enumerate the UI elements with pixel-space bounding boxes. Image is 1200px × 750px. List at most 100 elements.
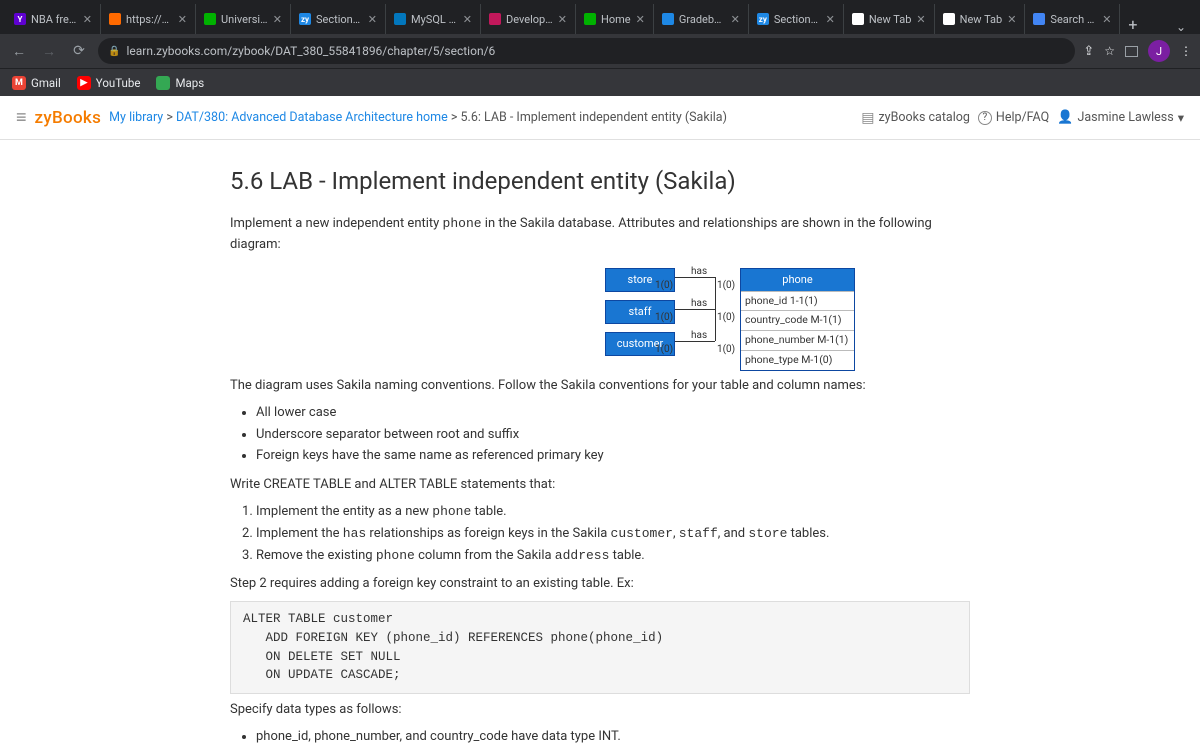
tab-title: Home: [601, 13, 631, 26]
forward-button[interactable]: →: [38, 43, 60, 60]
close-tab-icon[interactable]: ✕: [558, 13, 567, 26]
favicon-icon: [1033, 13, 1045, 25]
help-icon: ?: [978, 111, 992, 125]
catalog-icon: ▤: [861, 110, 874, 126]
browser-tab[interactable]: Home ✕: [576, 4, 654, 34]
zybooks-logo[interactable]: zyBooks: [35, 108, 102, 128]
bookmark-item[interactable]: Maps: [156, 76, 204, 90]
browser-tab[interactable]: New Tab ✕: [844, 4, 935, 34]
close-tab-icon[interactable]: ✕: [826, 13, 835, 26]
zybooks-header: ≡ zyBooks My library > DAT/380: Advanced…: [0, 96, 1200, 140]
favicon-icon: [662, 13, 674, 25]
hamburger-menu-icon[interactable]: ≡: [16, 107, 27, 128]
user-menu[interactable]: 👤Jasmine Lawless ▾: [1057, 110, 1184, 126]
rel-label-has: has: [691, 264, 707, 280]
tab-overflow-button[interactable]: ⌄: [1168, 20, 1194, 34]
breadcrumb-course[interactable]: DAT/380: Advanced Database Architecture …: [176, 110, 448, 125]
close-tab-icon[interactable]: ✕: [178, 13, 187, 26]
help-link[interactable]: ?Help/FAQ: [978, 110, 1049, 125]
phone-attr: phone_number M-1(1): [741, 330, 854, 350]
browser-tab[interactable]: Y NBA free age ✕: [6, 4, 101, 34]
bookmark-star-icon[interactable]: ☆: [1104, 44, 1115, 58]
breadcrumb: My library > DAT/380: Advanced Database …: [109, 110, 727, 125]
new-tab-button[interactable]: +: [1120, 15, 1145, 34]
tab-title: New Tab: [960, 13, 1003, 26]
list-item: phone_id, phone_number, and country_code…: [256, 727, 970, 748]
close-tab-icon[interactable]: ✕: [368, 13, 377, 26]
step2-requirement: Step 2 requires adding a foreign key con…: [230, 574, 970, 595]
close-tab-icon[interactable]: ✕: [1007, 13, 1016, 26]
breadcrumb-section: 5.6: LAB - Implement independent entity …: [461, 110, 727, 125]
bookmark-label: Gmail: [31, 76, 61, 90]
page-title: 5.6 LAB - Implement independent entity (…: [230, 162, 970, 200]
reload-button[interactable]: ⟳: [68, 43, 90, 59]
close-tab-icon[interactable]: ✕: [273, 13, 282, 26]
phone-attr: phone_id 1-1(1): [741, 291, 854, 311]
favicon-icon: Y: [14, 13, 26, 25]
bookmark-item[interactable]: MGmail: [12, 76, 61, 90]
page-scroll-area[interactable]: 5.6 LAB - Implement independent entity (…: [0, 140, 1200, 750]
tab-title: New Tab: [869, 13, 912, 26]
close-tab-icon[interactable]: ✕: [731, 13, 740, 26]
tab-title: https://portal: [126, 13, 173, 26]
breadcrumb-library[interactable]: My library: [109, 110, 163, 125]
close-tab-icon[interactable]: ✕: [1102, 13, 1111, 26]
phone-attr: phone_type M-1(0): [741, 350, 854, 370]
favicon-icon: [394, 13, 406, 25]
write-intro: Write CREATE TABLE and ALTER TABLE state…: [230, 475, 970, 496]
profile-avatar[interactable]: J: [1148, 40, 1170, 62]
phone-attr: country_code M-1(1): [741, 310, 854, 330]
browser-tab[interactable]: University of ✕: [196, 4, 291, 34]
share-icon[interactable]: ⇪: [1083, 44, 1094, 59]
sql-code-example: ALTER TABLE customer ADD FOREIGN KEY (ph…: [230, 601, 970, 694]
browser-tab[interactable]: MySQL :: My✕: [386, 4, 481, 34]
favicon-icon: [584, 13, 596, 25]
favicon-icon: [852, 13, 864, 25]
window-icon[interactable]: [1125, 46, 1138, 57]
back-button[interactable]: ←: [8, 43, 30, 60]
bookmark-favicon-icon: [156, 76, 170, 90]
close-tab-icon[interactable]: ✕: [463, 13, 472, 26]
favicon-icon: [204, 13, 216, 25]
datatypes-list: phone_id, phone_number, and country_code…: [256, 727, 970, 750]
favicon-icon: zy: [757, 13, 769, 25]
kebab-menu-icon[interactable]: ⋮: [1180, 44, 1192, 58]
tab-title: NBA free age: [31, 13, 78, 26]
list-item: Foreign keys have the same name as refer…: [256, 446, 970, 467]
er-diagram: store staff customer has has has 1(0) 1(…: [365, 268, 835, 358]
tab-title: Section 5.6: [774, 13, 821, 26]
list-item: Underscore separator between root and su…: [256, 425, 970, 446]
tab-title: University of: [221, 13, 268, 26]
catalog-link[interactable]: ▤zyBooks catalog: [861, 110, 970, 126]
browser-tab[interactable]: Search result ✕: [1025, 4, 1120, 34]
browser-toolbar: ← → ⟳ 🔒 learn.zybooks.com/zybook/DAT_380…: [0, 34, 1200, 68]
intro-paragraph: Implement a new independent entity phone…: [230, 214, 970, 256]
browser-tab[interactable]: Developing S✕: [481, 4, 576, 34]
tab-title: Gradebook: [679, 13, 726, 26]
browser-tab[interactable]: https://portal ✕: [101, 4, 196, 34]
close-tab-icon[interactable]: ✕: [636, 13, 645, 26]
bookmark-item[interactable]: ▶YouTube: [77, 76, 141, 90]
steps-list: Implement the entity as a new phone tabl…: [256, 502, 970, 566]
bookmarks-bar: MGmail ▶YouTube Maps: [0, 68, 1200, 96]
close-tab-icon[interactable]: ✕: [916, 13, 925, 26]
browser-tab[interactable]: zy Section 5.6 ✕: [749, 4, 844, 34]
browser-tab[interactable]: New Tab ✕: [935, 4, 1026, 34]
tab-title: Search result: [1050, 13, 1097, 26]
favicon-icon: zy: [299, 13, 311, 25]
browser-tab-strip: YNBA free age✕https://portal✕University …: [0, 0, 1200, 34]
bookmark-favicon-icon: ▶: [77, 76, 91, 90]
list-item: All lower case: [256, 403, 970, 424]
list-item: Remove the existing phone column from th…: [256, 546, 970, 567]
list-item: Implement the entity as a new phone tabl…: [256, 502, 970, 523]
browser-tab[interactable]: zySection 2.1 -✕: [291, 4, 386, 34]
person-icon: 👤: [1057, 110, 1073, 125]
entity-phone: phone phone_id 1-1(1) country_code M-1(1…: [740, 268, 855, 371]
address-bar[interactable]: 🔒 learn.zybooks.com/zybook/DAT_380_55841…: [98, 38, 1075, 64]
lock-icon: 🔒: [108, 46, 120, 57]
close-tab-icon[interactable]: ✕: [83, 13, 92, 26]
entity-phone-header: phone: [741, 269, 854, 291]
browser-tab[interactable]: Gradebook ✕: [654, 4, 749, 34]
lab-content: 5.6 LAB - Implement independent entity (…: [230, 140, 970, 750]
favicon-icon: [489, 13, 501, 25]
